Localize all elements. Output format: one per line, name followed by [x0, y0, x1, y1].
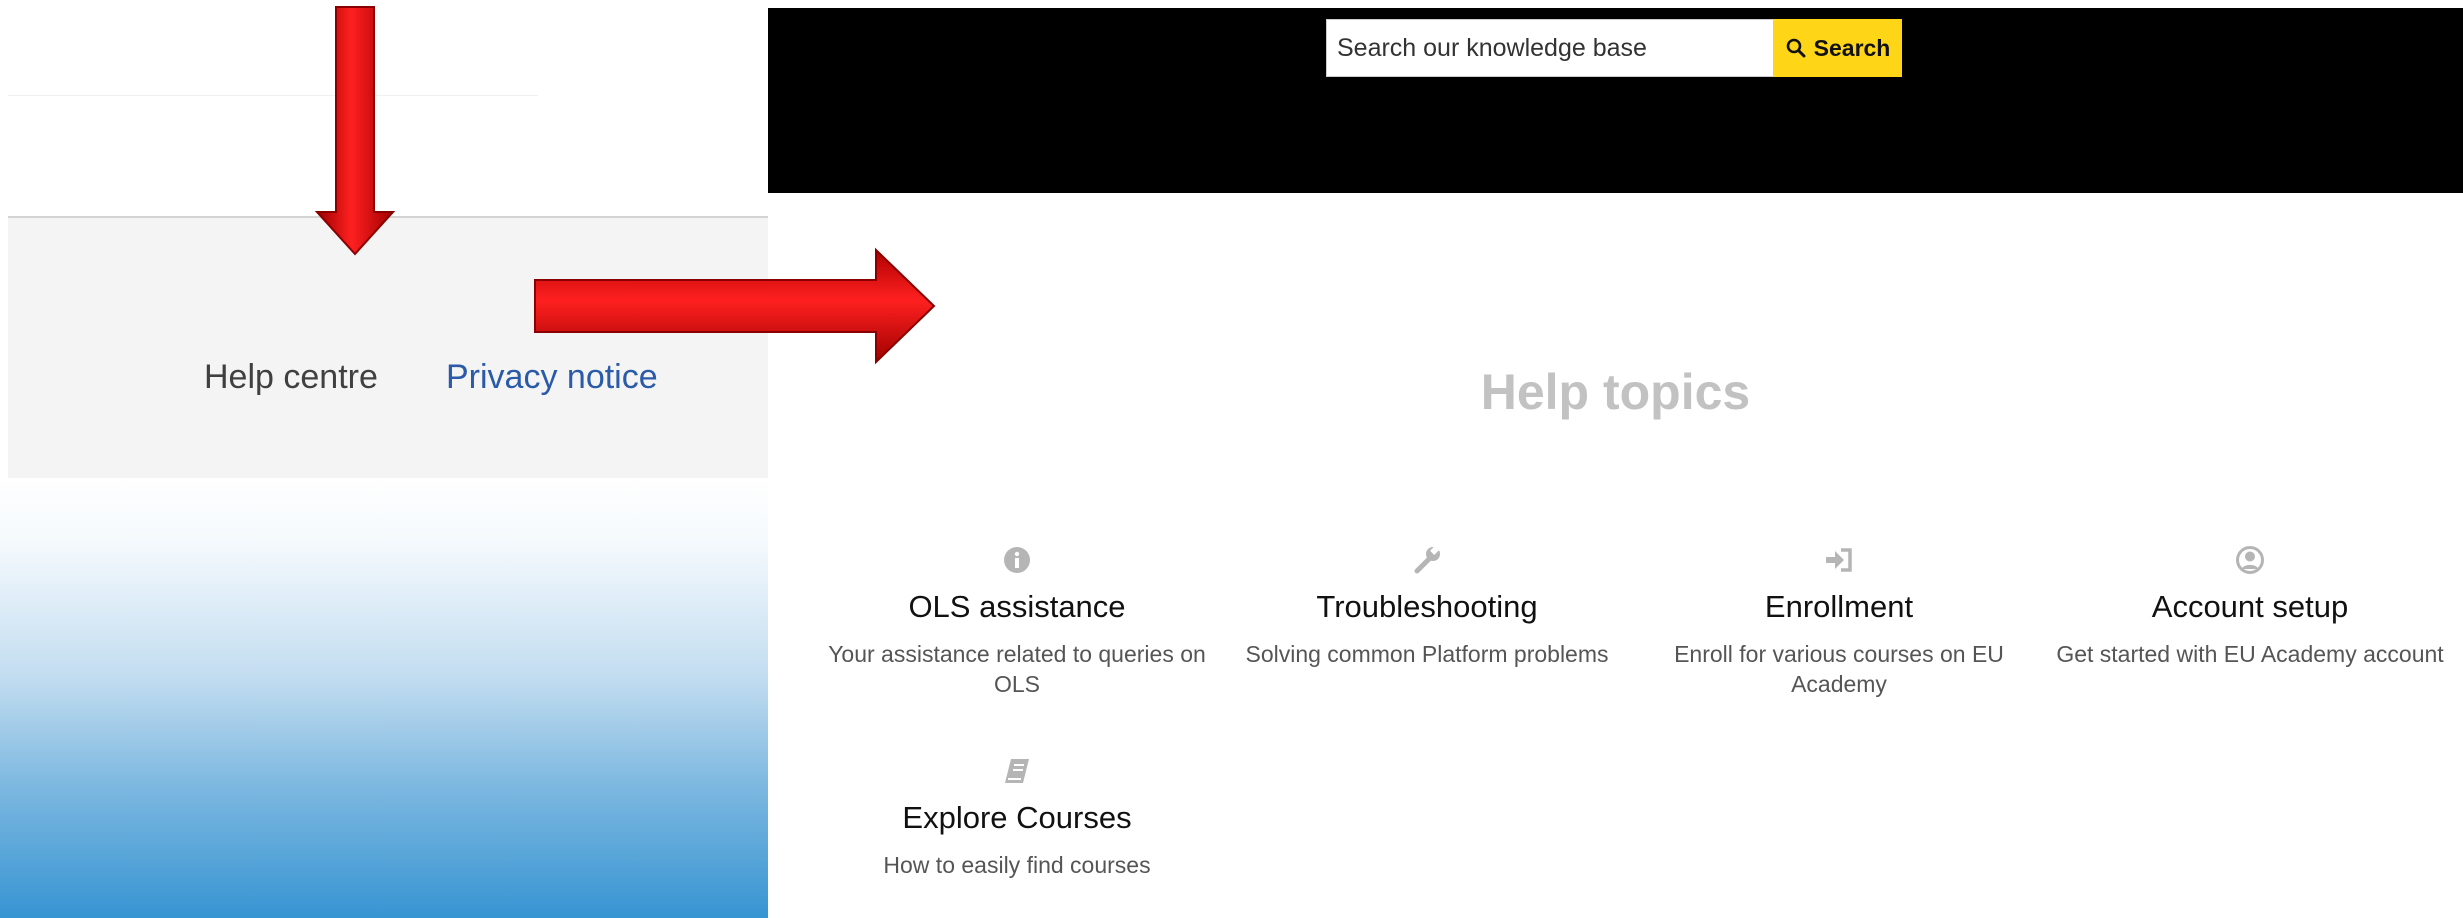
- sign-in-icon: [1826, 548, 1852, 572]
- topic-ols-assistance[interactable]: OLS assistance Your assistance related t…: [822, 545, 1212, 699]
- topic-title: Explore Courses: [902, 800, 1132, 835]
- search-input[interactable]: [1326, 19, 1774, 77]
- topic-explore-courses[interactable]: Explore Courses How to easily find cours…: [822, 756, 1212, 880]
- divider: [8, 95, 538, 96]
- user-circle-icon: [2236, 546, 2264, 574]
- topic-enrollment[interactable]: Enrollment Enroll for various courses on…: [1644, 545, 2034, 699]
- right-arrow-annotation: [534, 247, 936, 365]
- wrench-icon: [1414, 545, 1440, 574]
- topic-title: Enrollment: [1764, 589, 1914, 624]
- topic-description: Get started with EU Academy account: [2056, 641, 2444, 667]
- topic-description: Your assistance related to queries on OL…: [828, 641, 1206, 697]
- search-button[interactable]: Search: [1774, 19, 1902, 77]
- info-circle-icon: [1004, 547, 1030, 573]
- book-icon: [1005, 759, 1029, 783]
- topic-description: Enroll for various courses on EU Academy: [1674, 641, 2004, 697]
- down-arrow-annotation: [314, 6, 396, 256]
- topic-troubleshooting[interactable]: Troubleshooting Solving common Platform …: [1232, 545, 1622, 669]
- search-icon: [1786, 38, 1806, 58]
- topic-account-setup[interactable]: Account setup Get started with EU Academ…: [2055, 545, 2445, 669]
- topic-title: Troubleshooting: [1316, 589, 1538, 624]
- topic-title: OLS assistance: [908, 589, 1126, 624]
- search-button-label: Search: [1813, 34, 1891, 61]
- topic-title: Account setup: [2151, 589, 2349, 624]
- topic-description: Solving common Platform problems: [1245, 641, 1609, 667]
- topic-description: How to easily find courses: [883, 852, 1151, 878]
- help-content: Help topics OLS assistance Your assistan…: [768, 193, 2463, 918]
- page-title: Help topics: [1480, 364, 1751, 420]
- site-header: Search: [768, 8, 2463, 193]
- blue-gradient-background: [0, 478, 768, 918]
- help-centre-link[interactable]: Help centre: [204, 358, 378, 397]
